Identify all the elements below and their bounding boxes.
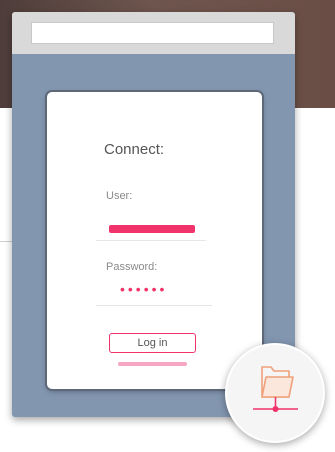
user-label: User: xyxy=(106,190,133,202)
network-folder-icon xyxy=(253,366,298,412)
window-header xyxy=(12,12,295,54)
login-button[interactable]: Log in xyxy=(109,333,196,353)
password-input[interactable]: •••••• xyxy=(120,282,167,296)
login-title: Connect: xyxy=(104,141,165,158)
network-folder-button[interactable] xyxy=(225,343,325,443)
password-label: Password: xyxy=(106,261,158,273)
address-bar[interactable] xyxy=(31,22,274,44)
user-input[interactable] xyxy=(109,225,195,233)
login-card: Connect: User: Password: •••••• Log in xyxy=(47,92,262,389)
login-button-underline xyxy=(118,362,187,366)
background-divider xyxy=(0,241,12,242)
password-input-underline xyxy=(96,305,212,306)
user-input-underline xyxy=(96,240,206,241)
